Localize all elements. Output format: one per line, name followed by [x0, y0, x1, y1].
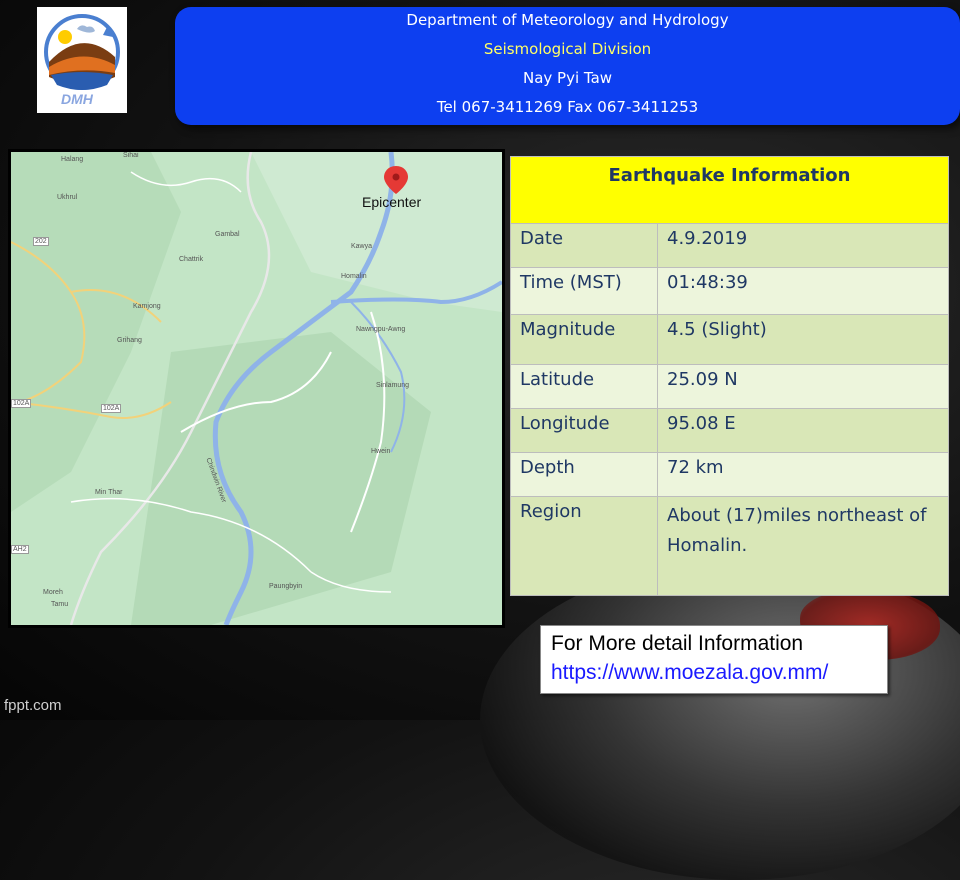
place-label: Grihang — [117, 337, 142, 344]
earthquake-info-table: Earthquake Information Date 4.9.2019 Tim… — [510, 156, 949, 596]
more-info-link[interactable]: https://www.moezala.gov.mm/ — [551, 661, 828, 685]
table-row: Longitude 95.08 E — [510, 408, 949, 453]
table-row: Depth 72 km — [510, 452, 949, 497]
place-label: Moreh — [43, 589, 63, 596]
row-value: 4.5 (Slight) — [657, 314, 949, 365]
place-label: Tamu — [51, 601, 69, 608]
row-key: Depth — [510, 452, 658, 497]
place-label: Sinlamung — [376, 382, 410, 389]
table-row: Magnitude 4.5 (Slight) — [510, 314, 949, 365]
place-label: Chattrik — [179, 256, 204, 263]
table-row: Date 4.9.2019 — [510, 223, 949, 268]
map-frame: Epicenter Halang Sihai Ukhrul Gambal Kaw… — [8, 149, 505, 628]
place-label: Homalin — [341, 273, 367, 280]
epicenter-map[interactable]: Epicenter Halang Sihai Ukhrul Gambal Kaw… — [11, 152, 502, 625]
row-key: Region — [510, 496, 658, 596]
place-label: Paungbyin — [269, 583, 303, 590]
road-label: 102A — [11, 399, 32, 408]
table-title: Earthquake Information — [510, 156, 949, 224]
logo-text: DMH — [61, 91, 93, 107]
place-label: Ukhrul — [57, 194, 78, 201]
header-contact: Tel 067-3411269 Fax 067-3411253 — [436, 98, 699, 116]
more-info-box: For More detail Information https://www.… — [540, 625, 888, 694]
table-row: Latitude 25.09 N — [510, 364, 949, 409]
place-label: Gambal — [215, 231, 240, 238]
road-label: AH2 — [11, 545, 29, 554]
row-value: 25.09 N — [657, 364, 949, 409]
place-label: Kawya — [351, 243, 373, 250]
header-banner: Department of Meteorology and Hydrology … — [175, 7, 960, 125]
row-value: 72 km — [657, 452, 949, 497]
row-key: Magnitude — [510, 314, 658, 365]
row-key: Latitude — [510, 364, 658, 409]
place-label: Nawngpu-Awng — [356, 326, 406, 333]
place-label: Min Thar — [95, 489, 123, 496]
place-label: Hwein — [371, 448, 391, 455]
table-row: Time (MST) 01:48:39 — [510, 267, 949, 315]
header-department: Department of Meteorology and Hydrology — [406, 11, 729, 29]
row-key: Date — [510, 223, 658, 268]
row-value: 95.08 E — [657, 408, 949, 453]
watermark: fppt.com — [4, 697, 62, 714]
row-key: Time (MST) — [510, 267, 658, 315]
place-label: Halang — [61, 156, 84, 163]
road-label: 202 — [33, 237, 49, 246]
more-info-label: For More detail Information — [551, 632, 804, 655]
table-row: Region About (17)miles northeast of Homa… — [510, 496, 949, 596]
header-city: Nay Pyi Taw — [522, 69, 613, 87]
row-value: About (17)miles northeast of Homalin. — [657, 496, 949, 596]
dmh-logo: DMH — [37, 7, 127, 113]
place-label: Sihai — [123, 152, 139, 159]
road-label: 102A — [101, 404, 122, 413]
header-division: Seismological Division — [483, 40, 652, 58]
map-terrain — [11, 152, 502, 625]
row-value: 4.9.2019 — [657, 223, 949, 268]
row-key: Longitude — [510, 408, 658, 453]
epicenter-label: Epicenter — [362, 194, 422, 210]
row-value: 01:48:39 — [657, 267, 949, 315]
place-label: Kamjong — [133, 303, 161, 310]
